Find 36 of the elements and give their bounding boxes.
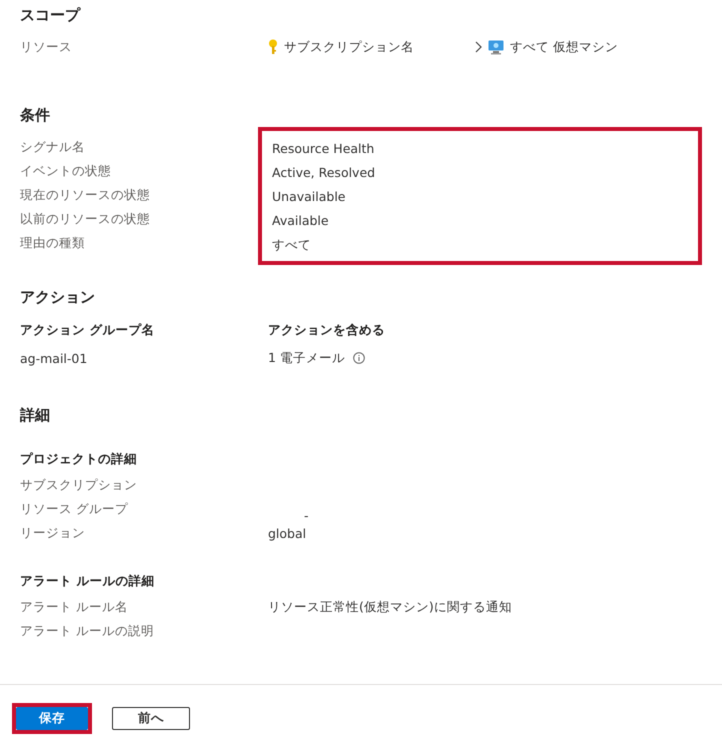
field-label: アラート ルールの説明 — [20, 622, 155, 640]
section-heading: 条件 — [20, 105, 51, 125]
path-item-text: すべて 仮想マシン — [510, 38, 618, 56]
column-header: アクションを含める — [268, 322, 386, 338]
chevron-right-icon — [474, 41, 482, 53]
field-value: - — [304, 508, 309, 522]
field-value: Resource Health — [272, 140, 376, 158]
key-icon — [268, 39, 278, 55]
field-value: Active, Resolved — [272, 164, 376, 182]
save-button[interactable]: 保存 — [16, 707, 88, 730]
field-label: イベントの状態 — [20, 162, 112, 180]
field-value: Unavailable — [272, 188, 346, 206]
section-heading: 詳細 — [20, 405, 51, 425]
column-header: アクション グループ名 — [20, 322, 156, 338]
section-heading: スコープ — [20, 5, 82, 25]
field-label: 現在のリソースの状態 — [20, 186, 151, 204]
field-label: リージョン — [20, 524, 86, 542]
field-value: Available — [272, 212, 330, 230]
field-label: シグナル名 — [20, 138, 86, 156]
field-value: すべて — [272, 236, 312, 254]
subsection-heading: プロジェクトの詳細 — [20, 450, 138, 468]
back-button[interactable]: 前へ — [112, 707, 190, 730]
field-label: リソース グループ — [20, 500, 129, 518]
field-label: リソース — [20, 38, 73, 56]
monitor-icon — [488, 40, 504, 54]
table-cell: 1 電子メール — [268, 350, 345, 366]
table-cell-text: ag-mail-01 — [20, 350, 88, 366]
field-label: 以前のリソースの状態 — [20, 210, 151, 228]
section-heading: アクション — [20, 287, 96, 307]
field-label: 理由の種類 — [20, 234, 86, 252]
field-value: global — [268, 526, 306, 540]
field-label: アラート ルール名 — [20, 598, 129, 616]
field-value: リソース正常性(仮想マシン)に関する通知 — [268, 598, 512, 614]
subsection-heading: アラート ルールの詳細 — [20, 572, 156, 590]
field-label: サブスクリプション — [20, 476, 138, 494]
path-item-text: サブスクリプション名 — [284, 38, 414, 56]
